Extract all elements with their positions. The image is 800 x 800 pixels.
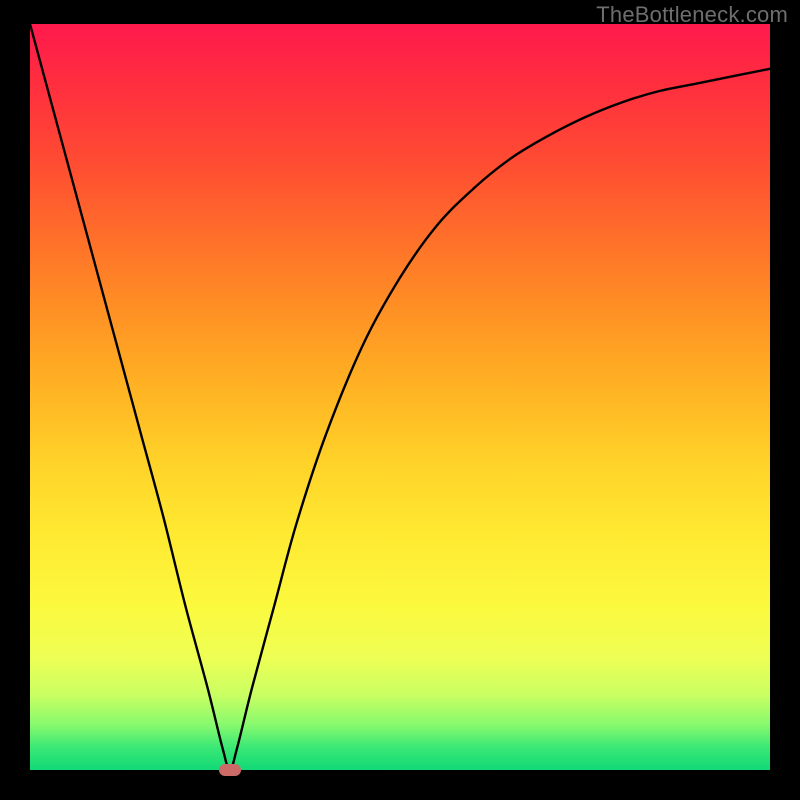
watermark-text: TheBottleneck.com: [596, 2, 788, 28]
chart-frame: TheBottleneck.com: [0, 0, 800, 800]
plot-area: [30, 24, 770, 770]
bottleneck-curve: [30, 24, 770, 770]
minimum-marker: [219, 764, 241, 776]
